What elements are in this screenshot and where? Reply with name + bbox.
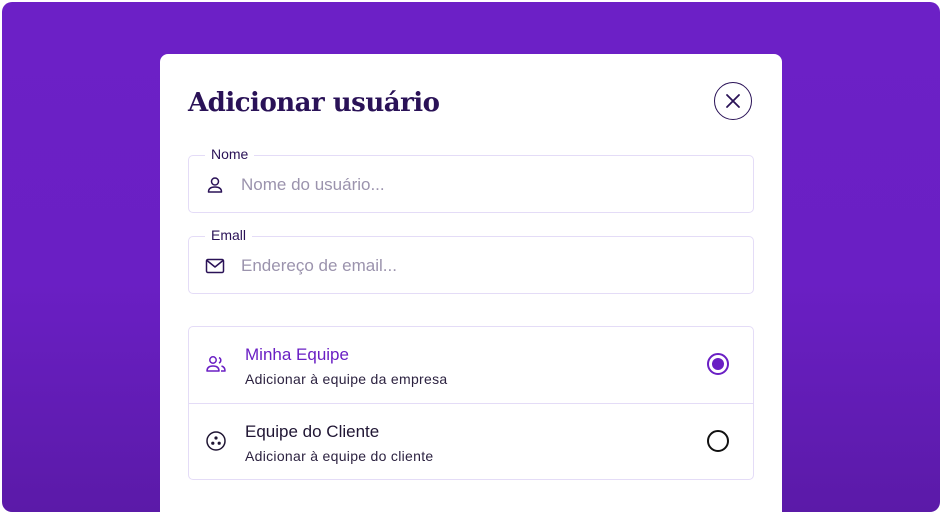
page-background: Adicionar usuário Nome Emall xyxy=(2,2,940,512)
name-field-label: Nome xyxy=(205,146,255,162)
name-field[interactable]: Nome xyxy=(188,146,754,213)
radio-selected[interactable] xyxy=(707,353,729,375)
option-equipe-do-cliente[interactable]: Equipe do Cliente Adicionar à equipe do … xyxy=(189,403,753,480)
close-icon xyxy=(726,94,740,108)
name-input[interactable] xyxy=(239,170,743,200)
email-field-label: Emall xyxy=(205,227,253,243)
modal-title: Adicionar usuário xyxy=(188,88,440,118)
users-icon xyxy=(206,356,226,372)
add-user-modal: Adicionar usuário Nome Emall xyxy=(160,54,782,512)
option-minha-equipe[interactable]: Minha Equipe Adicionar à equipe da empre… xyxy=(189,327,753,403)
team-options: Minha Equipe Adicionar à equipe da empre… xyxy=(188,326,754,480)
client-group-icon xyxy=(206,431,226,451)
option-title: Equipe do Cliente xyxy=(245,422,380,441)
user-icon xyxy=(207,177,223,193)
option-subtitle: Adicionar à equipe da empresa xyxy=(245,371,448,387)
mail-icon xyxy=(205,258,225,274)
email-field[interactable]: Emall xyxy=(188,227,754,294)
radio-unselected[interactable] xyxy=(707,430,729,452)
option-title: Minha Equipe xyxy=(245,345,349,364)
option-subtitle: Adicionar à equipe do cliente xyxy=(245,448,434,464)
email-input[interactable] xyxy=(239,251,743,281)
close-button[interactable] xyxy=(714,82,752,120)
